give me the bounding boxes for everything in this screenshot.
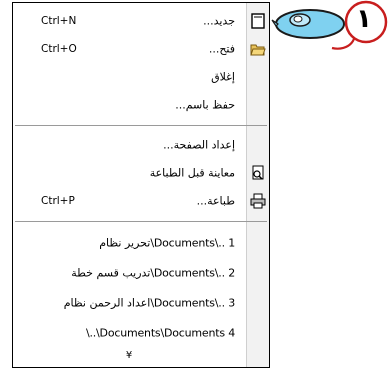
print-preview-icon (252, 165, 264, 180)
menu-item-label: إغلاق (211, 70, 235, 84)
menu-item-open[interactable]: Ctrl+O فتح... (13, 35, 269, 63)
menu-item-shortcut: Ctrl+P (41, 195, 75, 207)
menu-separator (15, 125, 267, 126)
menu-item-shortcut: Ctrl+N (41, 15, 77, 27)
printer-icon (250, 193, 266, 209)
menu-separator (15, 221, 267, 222)
menu-item-print[interactable]: Ctrl+P طباعة... (13, 187, 269, 215)
menu-item-label: 4 Documents\Documents\..\ (85, 326, 235, 340)
menu-item-shortcut: Ctrl+O (41, 43, 77, 55)
menu-item-label: معاينة قبل الطباعة (149, 166, 235, 180)
menu-item-label: 1 ..\Documents\تحرير نظام (99, 236, 235, 250)
file-menu: Ctrl+N جديد... Ctrl+O فتح... إغلاق حفظ ب… (12, 2, 270, 368)
menu-item-new[interactable]: Ctrl+N جديد... (13, 7, 269, 35)
menu-item-save-as[interactable]: حفظ باسم... (13, 91, 269, 119)
open-folder-icon (250, 44, 266, 56)
menu-item-page-setup[interactable]: إعداد الصفحة... (13, 131, 269, 159)
recent-file-1[interactable]: 1 ..\Documents\تحرير نظام (13, 229, 269, 257)
expand-menu-chevron-icon[interactable]: ¥ (13, 350, 245, 361)
menu-item-label: حفظ باسم... (175, 98, 235, 112)
recent-file-4[interactable]: 4 Documents\Documents\..\ (13, 319, 269, 347)
menu-item-label: 2 ..\Documents\تدريب قسم خطة (71, 266, 235, 280)
step-number-badge: ١ (356, 4, 372, 34)
menu-item-label: جديد... (203, 14, 235, 28)
computer-mouse-icon (271, 0, 388, 50)
menu-item-label: طباعة... (196, 194, 236, 208)
menu-item-label: فتح... (208, 42, 235, 56)
menu-item-print-preview[interactable]: معاينة قبل الطباعة (13, 159, 269, 187)
recent-file-3[interactable]: 3 ..\Documents\اعداد الرحمن نظام (13, 289, 269, 317)
menu-item-label: 3 ..\Documents\اعداد الرحمن نظام (63, 296, 235, 310)
menu-item-close[interactable]: إغلاق (13, 63, 269, 91)
recent-file-2[interactable]: 2 ..\Documents\تدريب قسم خطة (13, 259, 269, 287)
new-doc-icon (251, 13, 265, 29)
menu-item-label: إعداد الصفحة... (163, 138, 235, 152)
